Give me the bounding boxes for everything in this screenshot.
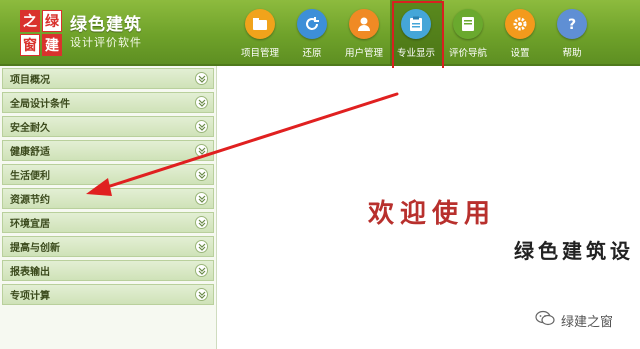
chevron-down-icon[interactable]	[195, 96, 208, 109]
app-logo: 之 绿 窗 建	[20, 10, 62, 56]
watermark-text: 绿建之窗	[561, 314, 614, 330]
logo-char: 之	[20, 10, 40, 32]
app-header: 之 绿 窗 建 绿色建筑 设计评价软件 项目管理 还原 用户管理 专业显示 评价…	[0, 0, 640, 66]
sidebar-item-label: 报表输出	[10, 267, 50, 278]
chevron-down-icon[interactable]	[195, 192, 208, 205]
svg-text:?: ?	[568, 17, 576, 32]
toolbar-settings-button[interactable]: 设置	[494, 0, 546, 66]
toolbar-label: 评价导航	[448, 48, 487, 59]
chevron-down-icon[interactable]	[195, 240, 208, 253]
sidebar-item-report-output[interactable]: 报表输出	[2, 260, 214, 281]
sidebar-item-label: 健康舒适	[10, 147, 50, 158]
sidebar-item-health-comfort[interactable]: 健康舒适	[2, 140, 214, 161]
user-icon	[349, 9, 379, 39]
sidebar-item-resource-saving[interactable]: 资源节约	[2, 188, 214, 209]
toolbar-label: 项目管理	[240, 48, 279, 59]
app-title: 绿色建筑	[70, 15, 142, 35]
logo-char: 建	[42, 34, 62, 56]
sidebar-item-label: 提高与创新	[10, 243, 60, 254]
toolbar-restore-button[interactable]: 还原	[286, 0, 338, 66]
sidebar-item-label: 环境宜居	[10, 219, 50, 230]
toolbar-label: 设置	[510, 48, 530, 59]
sidebar-item-label: 项目概况	[10, 75, 50, 86]
chevron-down-icon[interactable]	[195, 72, 208, 85]
toolbar-label: 还原	[302, 48, 322, 59]
sidebar-item-safety-durability[interactable]: 安全耐久	[2, 116, 214, 137]
toolbar-label: 帮助	[562, 48, 582, 59]
sidebar-item-label: 生活便利	[10, 171, 50, 182]
toolbar-user-management-button[interactable]: 用户管理	[338, 0, 390, 66]
app-subtitle: 设计评价软件	[70, 36, 142, 49]
sidebar-item-project-overview[interactable]: 项目概况	[2, 68, 214, 89]
chevron-down-icon[interactable]	[195, 120, 208, 133]
chevron-down-icon[interactable]	[195, 144, 208, 157]
sidebar-item-global-design-conditions[interactable]: 全局设计条件	[2, 92, 214, 113]
app-name-text: 绿色建筑设	[514, 239, 634, 263]
chevron-down-icon[interactable]	[195, 264, 208, 277]
gear-icon	[505, 9, 535, 39]
sidebar-item-life-convenience[interactable]: 生活便利	[2, 164, 214, 185]
sidebar-item-label: 资源节约	[10, 195, 50, 206]
active-tool-highlight	[392, 1, 444, 73]
logo-char: 绿	[42, 10, 62, 32]
sidebar-item-environment-livability[interactable]: 环境宜居	[2, 212, 214, 233]
book-icon	[453, 9, 483, 39]
watermark: 绿建之窗	[535, 310, 613, 330]
sidebar-item-label: 专项计算	[10, 291, 50, 302]
sidebar-item-special-calculation[interactable]: 专项计算	[2, 284, 214, 305]
sidebar-item-label: 安全耐久	[10, 123, 50, 134]
logo-char: 窗	[20, 34, 40, 56]
toolbar-evaluation-navigation-button[interactable]: 评价导航	[442, 0, 494, 66]
chevron-down-icon[interactable]	[195, 288, 208, 301]
sidebar: 项目概况 全局设计条件 安全耐久 健康舒适 生活便利 资源节约 环境宜居 提高与…	[0, 66, 217, 349]
chevron-down-icon[interactable]	[195, 168, 208, 181]
sidebar-item-improvement-innovation[interactable]: 提高与创新	[2, 236, 214, 257]
chevron-down-icon[interactable]	[195, 216, 208, 229]
welcome-text: 欢迎使用	[368, 199, 497, 229]
sidebar-item-label: 全局设计条件	[10, 99, 70, 110]
refresh-icon	[297, 9, 327, 39]
toolbar-project-management-button[interactable]: 项目管理	[234, 0, 286, 66]
folder-icon	[245, 9, 275, 39]
help-icon: ?	[557, 9, 587, 39]
toolbar-label: 用户管理	[344, 48, 383, 59]
toolbar-help-button[interactable]: ? 帮助	[546, 0, 598, 66]
wechat-icon	[535, 310, 555, 330]
